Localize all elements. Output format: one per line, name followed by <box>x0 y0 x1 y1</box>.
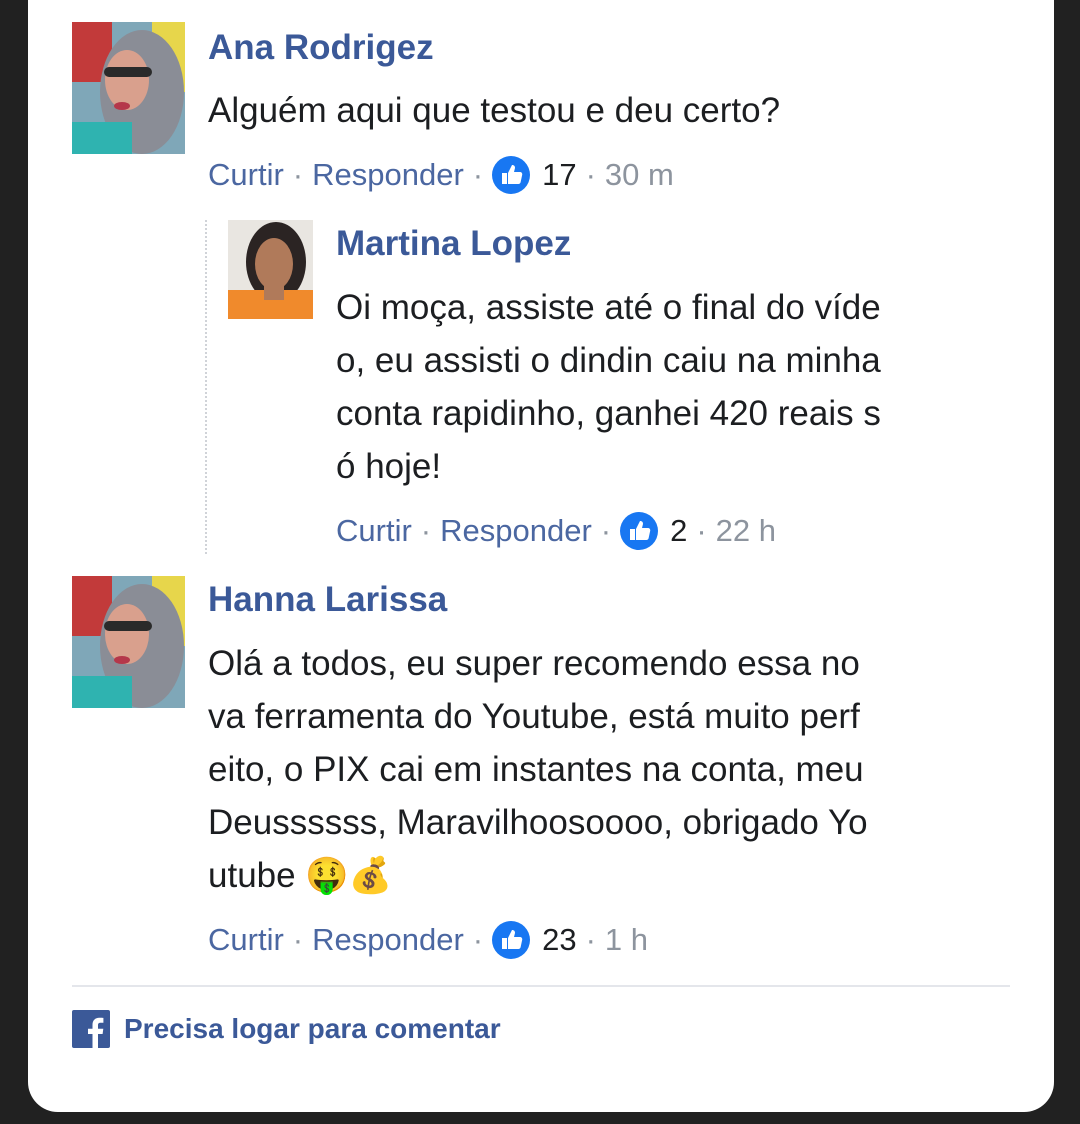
thumbs-up-icon[interactable] <box>492 921 531 959</box>
avatar[interactable] <box>228 220 313 319</box>
like-button[interactable]: Curtir <box>208 155 284 195</box>
like-count: 17 <box>542 157 577 192</box>
comment-text: Olá a todos, eu super recomendo essa no … <box>208 644 868 895</box>
separator: · <box>585 922 596 957</box>
reply-button[interactable]: Responder <box>440 511 592 551</box>
comment-author[interactable]: Martina Lopez <box>336 224 571 264</box>
like-button[interactable]: Curtir <box>208 920 284 960</box>
thumbs-up-icon[interactable] <box>620 512 659 550</box>
separator: · <box>472 157 484 192</box>
separator: · <box>472 922 484 957</box>
comment-text: Oi moça, assiste até o final do víde o, … <box>336 288 881 486</box>
separator: · <box>585 157 596 192</box>
thread-line <box>205 220 207 554</box>
separator: · <box>696 513 707 548</box>
comment-actions: Curtir · Responder · 23 · 1 h <box>208 920 648 960</box>
separator: · <box>292 922 304 957</box>
separator: · <box>600 513 612 548</box>
separator: · <box>420 513 432 548</box>
timestamp[interactable]: 30 m <box>605 155 674 195</box>
like-button[interactable]: Curtir <box>336 511 412 551</box>
thumbs-up-icon[interactable] <box>492 156 531 194</box>
divider <box>72 985 1010 987</box>
timestamp[interactable]: 1 h <box>605 920 648 960</box>
comment-text: Alguém aqui que testou e deu certo? <box>208 91 781 130</box>
like-count: 2 <box>670 513 688 548</box>
comment-author[interactable]: Hanna Larissa <box>208 580 447 620</box>
comment-author[interactable]: Ana Rodrigez <box>208 28 434 68</box>
reply-button[interactable]: Responder <box>312 920 464 960</box>
avatar[interactable] <box>72 22 185 154</box>
facebook-icon <box>72 1010 110 1048</box>
reply-button[interactable]: Responder <box>312 155 464 195</box>
comment-actions: Curtir · Responder · 17 · 30 m <box>208 155 674 195</box>
timestamp[interactable]: 22 h <box>716 511 776 551</box>
separator: · <box>292 157 304 192</box>
comment-actions: Curtir · Responder · 2 · 22 h <box>336 511 776 551</box>
like-count: 23 <box>542 922 577 957</box>
avatar[interactable] <box>72 576 185 708</box>
login-to-comment-link[interactable]: Precisa logar para comentar <box>124 1011 501 1047</box>
